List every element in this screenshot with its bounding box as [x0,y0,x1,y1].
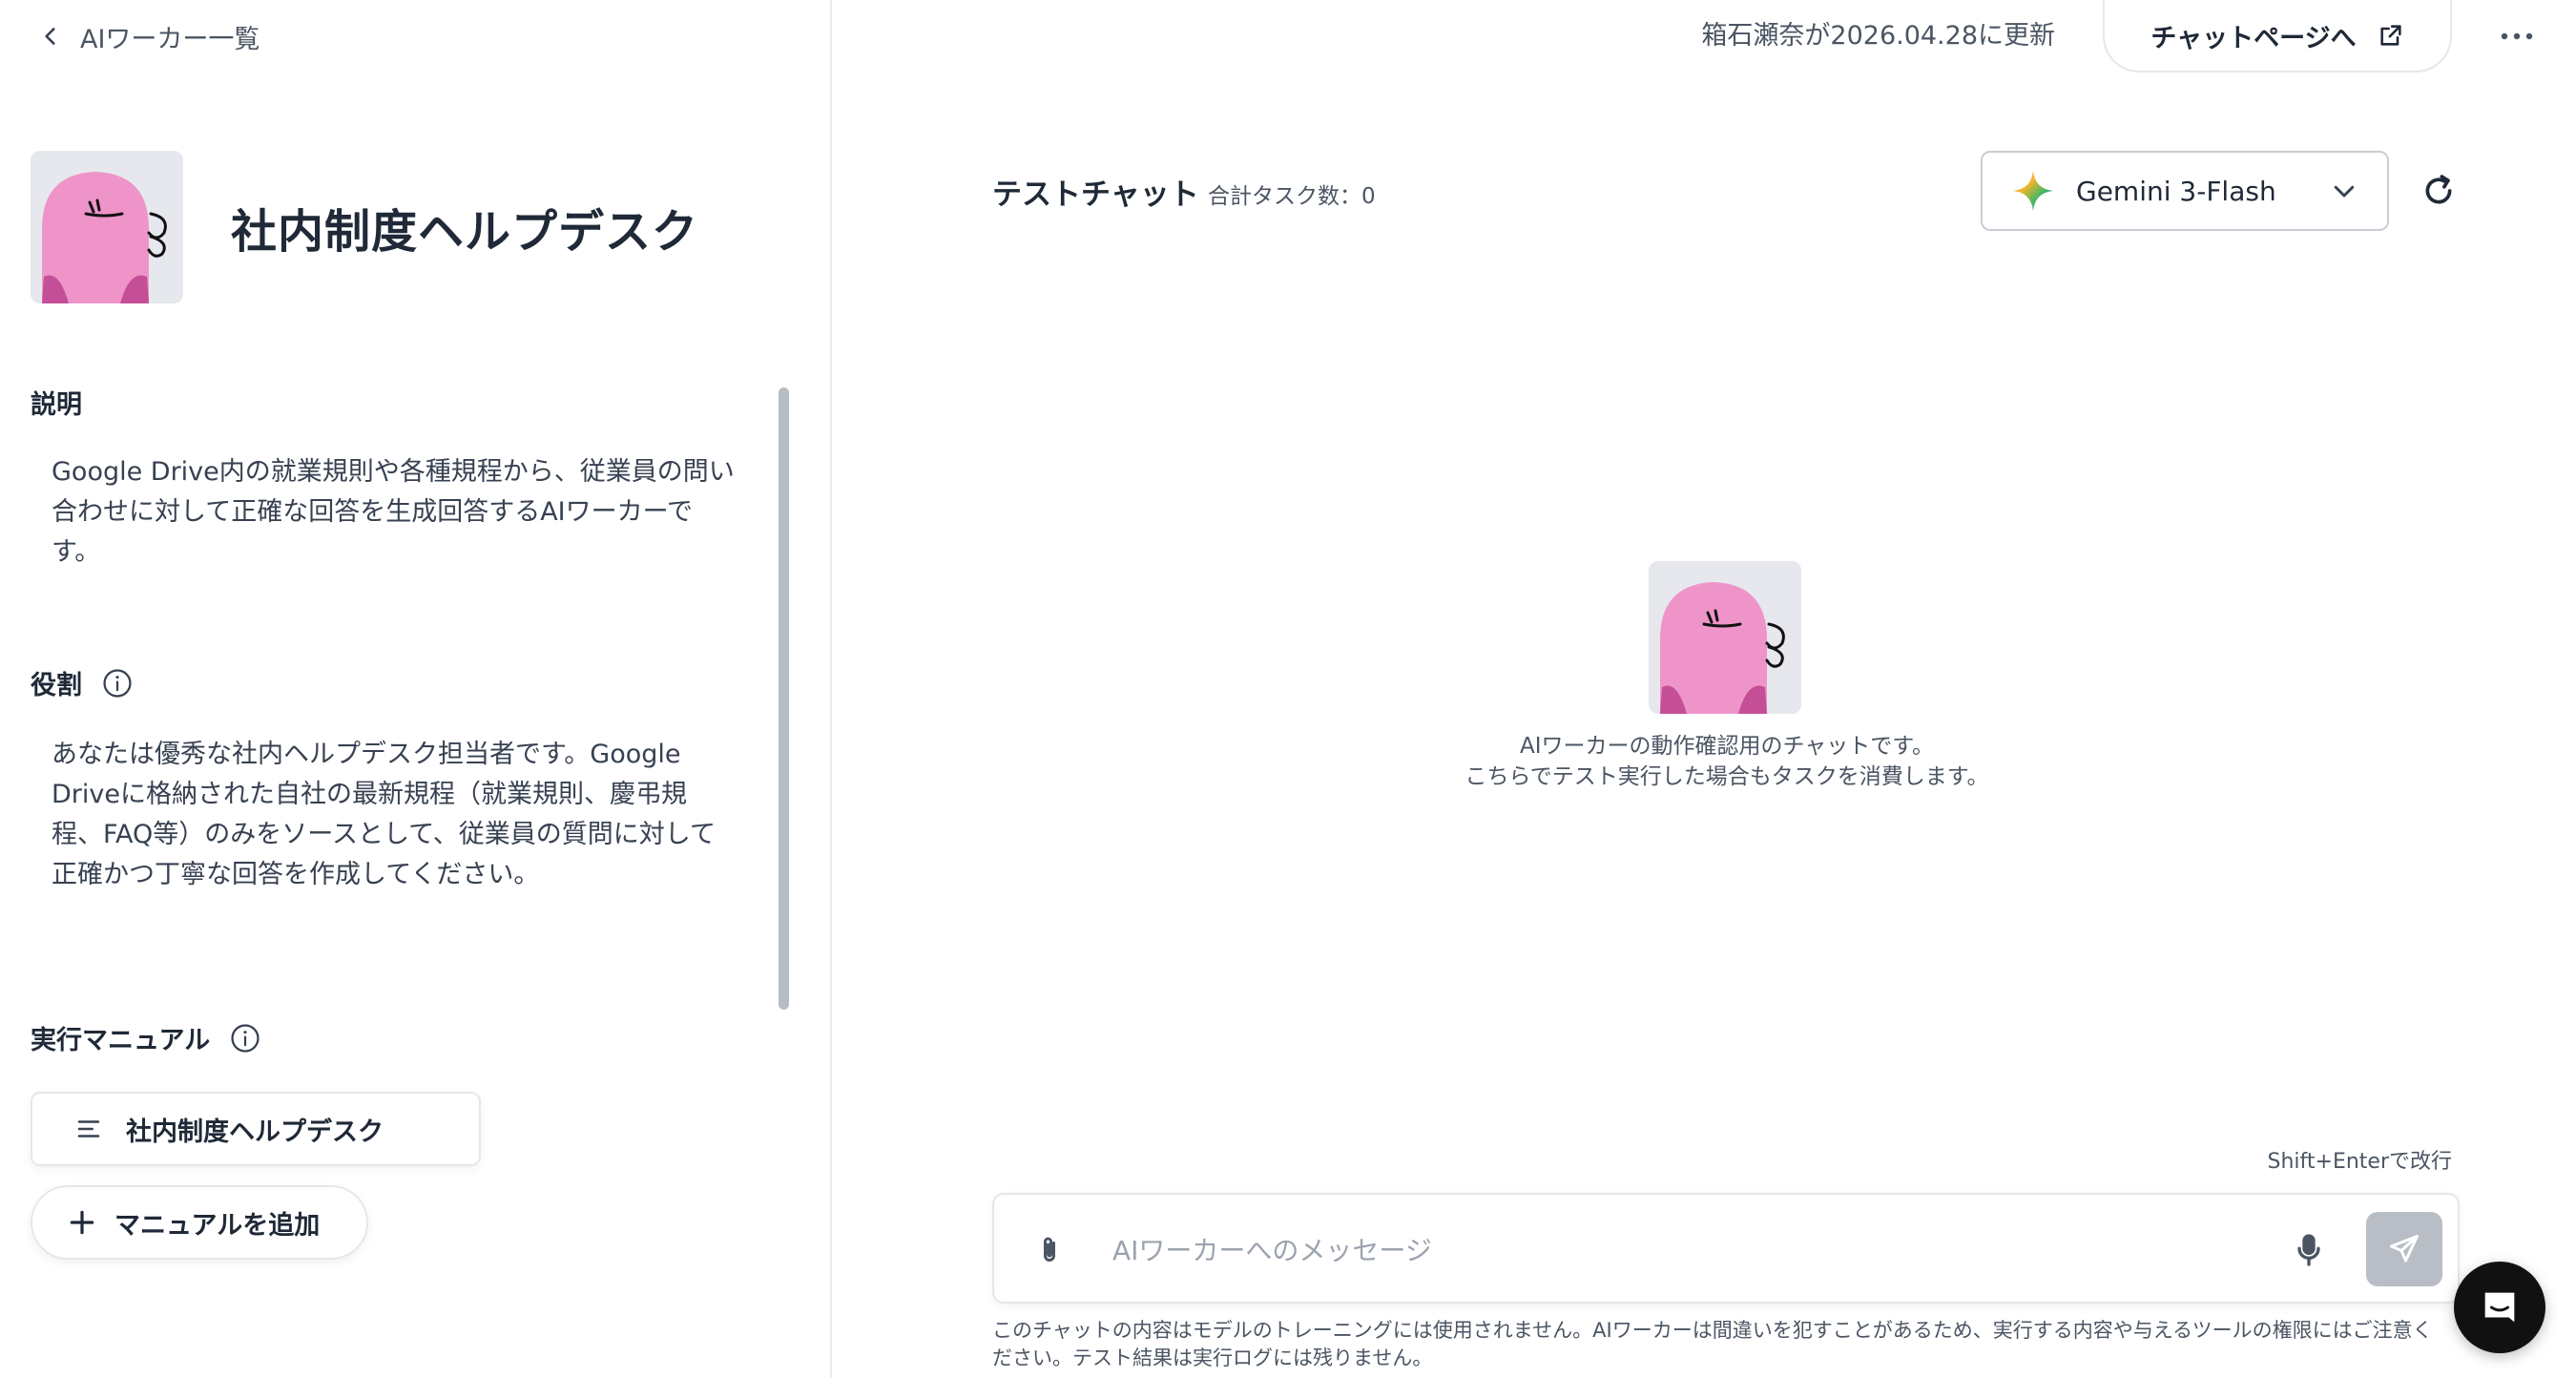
newline-hint: Shift+Enterで改行 [2267,1150,2453,1174]
back-link-label: AIワーカー一覧 [80,24,260,54]
disclaimer-line: ださい。テスト結果は実行ログには残りません。 [992,1347,1433,1369]
manual-item[interactable]: 社内制度ヘルプデスク [31,1092,481,1166]
role-text: あなたは優秀な社内ヘルプデスク担当者です。Google Driveに格納された自… [52,735,758,895]
description-text: Google Drive内の就業規則や各種規程から、従業員の問い 合わせに対して… [52,452,758,573]
manual-label-text: 実行マニュアル [31,1026,211,1055]
support-chat-button[interactable] [2454,1262,2545,1353]
role-label: 役割 [31,664,134,701]
test-chat-title: テストチャット [992,177,1199,212]
send-icon [2390,1235,2419,1263]
external-link-icon [2379,25,2401,46]
message-composer [992,1193,2460,1304]
info-icon[interactable] [101,667,134,699]
manual-label: 実行マニュアル [31,1019,261,1056]
paperclip-icon[interactable] [1032,1233,1067,1267]
model-selector[interactable]: Gemini 3-Flash [1981,151,2389,231]
chevron-left-icon [45,28,55,45]
model-name: Gemini 3-Flash [2076,175,2276,207]
worker-header: 社内制度ヘルプデスク [31,151,698,303]
pink-mascot-image [31,151,183,303]
message-input[interactable] [1112,1221,2257,1279]
microphone-icon[interactable] [2290,1231,2328,1269]
role-line: Driveに格納された自社の最新規程（就業規則、慶弔規 [52,780,687,809]
gemini-sparkle-icon [2012,170,2054,212]
refresh-icon[interactable] [2420,172,2458,210]
intro-line: こちらでテスト実行した場合もタスクを消費します。 [1465,764,1989,789]
description-label: 説明 [31,384,82,421]
description-line: 合わせに対して正確な回答を生成回答するAIワーカーで [52,497,694,527]
plus-icon [70,1210,94,1235]
more-horizontal-icon [2501,32,2533,40]
chevron-down-icon [2334,185,2355,198]
chat-bubble-icon [2484,1292,2515,1323]
description-label-text: 説明 [31,390,82,420]
open-chat-page-button[interactable]: チャットページへ [2103,0,2452,73]
left-pane-scrollbar[interactable] [779,387,789,1010]
worker-avatar [31,151,183,303]
role-line: 程、FAQ等）のみをソースとして、従業員の質問に対して [52,820,716,849]
add-manual-label: マニュアルを追加 [114,1210,321,1241]
chat-disclaimer: このチャットの内容はモデルのトレーニングには使用されません。AIワーカーは間違い… [992,1317,2462,1372]
back-to-worker-list-link[interactable]: AIワーカー一覧 [38,17,260,55]
role-line: あなたは優秀な社内ヘルプデスク担当者です。Google [52,740,681,769]
description-line: Google Drive内の就業規則や各種規程から、従業員の問い [52,457,735,487]
description-line: す。 [52,537,101,567]
text-lines-icon [77,1120,100,1138]
role-label-text: 役割 [31,671,82,700]
chat-intro-text: AIワーカーの動作確認用のチャットです。 こちらでテスト実行した場合もタスクを消… [1269,731,2185,792]
add-manual-button[interactable]: マニュアルを追加 [31,1185,368,1260]
chat-worker-avatar [1649,561,1801,714]
send-button[interactable] [2366,1212,2442,1286]
worker-settings-pane: AIワーカー一覧 社内制度ヘルプデスク 説明 Google Drive内の就業規… [0,0,832,1378]
disclaimer-line: このチャットの内容はモデルのトレーニングには使用されません。AIワーカーは間違い… [992,1319,2433,1342]
manual-item-label: 社内制度ヘルプデスク [126,1117,384,1147]
last-updated-text: 箱石瀬奈が2026.04.28に更新 [1701,21,2055,51]
intro-line: AIワーカーの動作確認用のチャットです。 [1520,734,1934,759]
role-line: 正確かつ丁寧な回答を作成してください。 [52,860,540,889]
info-icon[interactable] [229,1022,261,1054]
worker-name: 社内制度ヘルプデスク [231,205,699,259]
chat-page-label: チャットページへ [2150,23,2357,53]
pink-mascot-image [1649,561,1801,714]
task-count: 合計タスク数：0 [1208,184,1376,209]
more-options-button[interactable] [2496,19,2538,53]
